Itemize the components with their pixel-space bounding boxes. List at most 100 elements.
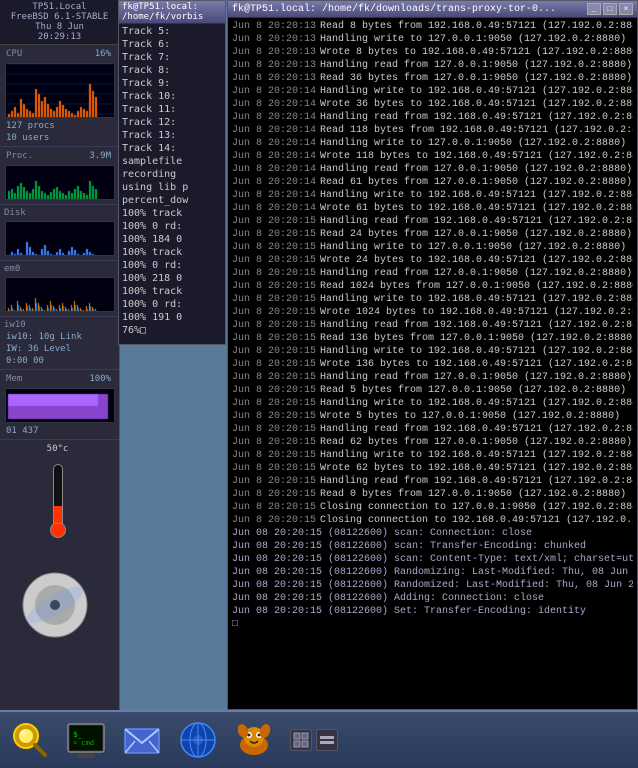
log-line: Jun 8 20:20:15Handling read from 192.168… — [232, 423, 633, 436]
log-line: Jun 8 20:20:14Read 61 bytes from 127.0.0… — [232, 176, 633, 189]
main-title: fk@TP51.local: /home/fk/downloads/trans-… — [232, 4, 556, 15]
system-monitor-panel: TP51.Local FreeBSD 6.1-STABLE Thu 8 Jun … — [0, 0, 120, 710]
svg-text:$_: $_ — [73, 730, 83, 739]
log-line: Jun 8 20:20:13Read 8 bytes from 192.168.… — [232, 20, 633, 33]
em0-label: em0 — [2, 263, 117, 275]
mem-graph — [5, 388, 115, 423]
track-line: samplefile — [122, 155, 222, 168]
icon-small-2[interactable] — [316, 729, 338, 751]
system-time: 20:29:13 — [3, 32, 116, 42]
status-line: Jun 08 20:20:15 (08122600) Adding: Conne… — [232, 592, 633, 605]
log-line: Jun 8 20:20:15Read 62 bytes from 127.0.0… — [232, 436, 633, 449]
terminal-icon[interactable]: $_ > cmd — [62, 716, 110, 764]
cpu-label: CPU — [4, 48, 24, 60]
log-line: Jun 8 20:20:13Read 36 bytes from 127.0.0… — [232, 72, 633, 85]
maximize-button[interactable]: □ — [603, 3, 617, 15]
temp-label: 50°c — [4, 444, 111, 454]
log-line: Jun 8 20:20:13Handling write to 127.0.0.… — [232, 33, 633, 46]
log-line: Jun 8 20:20:14Read 118 bytes from 192.16… — [232, 124, 633, 137]
track-line: using lib p — [122, 181, 222, 194]
log-line: Jun 8 20:20:15Wrote 1024 bytes to 192.16… — [232, 306, 633, 319]
status-line: Jun 08 20:20:15 (08122600) scan: Connect… — [232, 527, 633, 540]
log-line: Jun 8 20:20:15Wrote 24 bytes to 192.168.… — [232, 254, 633, 267]
log-line: Jun 8 20:20:15Handling write to 192.168.… — [232, 293, 633, 306]
main-terminal-titlebar: fk@TP51.local: /home/fk/downloads/trans-… — [228, 1, 637, 18]
track-line: 100% 0 rd: — [122, 298, 222, 311]
status-line: Jun 08 20:20:15 (08122600) Randomizing: … — [232, 566, 633, 579]
desktop: TP51.Local FreeBSD 6.1-STABLE Thu 8 Jun … — [0, 0, 638, 768]
log-line: Jun 8 20:20:15Wrote 136 bytes to 192.168… — [232, 358, 633, 371]
email-icon[interactable] — [118, 716, 166, 764]
track-line: Track 11: — [122, 103, 222, 116]
track-line: 100% track — [122, 207, 222, 220]
track-line: 100% 218 0 — [122, 272, 222, 285]
log-line: Jun 8 20:20:15Closing connection to 192.… — [232, 514, 633, 527]
track-line: 100% 184 0 — [122, 233, 222, 246]
log-line: Jun 8 20:20:14Wrote 118 bytes to 192.168… — [232, 150, 633, 163]
track-line: Track 6: — [122, 38, 222, 51]
minimize-button[interactable]: _ — [587, 3, 601, 15]
titlebar-controls: _ □ × — [587, 3, 633, 15]
log-line: Jun 8 20:20:15Handling read from 127.0.0… — [232, 371, 633, 384]
proc-section: Proc. 3.9M — [0, 147, 119, 205]
iw0-level: IW: 36 Level — [2, 343, 117, 355]
mascot-icon[interactable] — [230, 716, 278, 764]
log-line: Jun 8 20:20:15Read 1024 bytes from 127.0… — [232, 280, 633, 293]
log-line: Jun 8 20:20:15Handling write to 192.168.… — [232, 397, 633, 410]
log-line: Jun 8 20:20:14Wrote 36 bytes to 192.168.… — [232, 98, 633, 111]
log-line: Jun 8 20:20:15Handling read from 192.168… — [232, 215, 633, 228]
em0-graph — [5, 277, 115, 312]
track-line: Track 9: — [122, 77, 222, 90]
track-line: Track 5: — [122, 25, 222, 38]
main-terminal: fk@TP51.local: /home/fk/downloads/trans-… — [227, 0, 638, 710]
log-content: Jun 8 20:20:13Read 8 bytes from 192.168.… — [228, 18, 637, 709]
disk-section: Disk — [0, 205, 119, 261]
taskbar: $_ > cmd — [0, 710, 638, 768]
svg-text:> cmd: > cmd — [73, 739, 94, 747]
track-line: percent_dow — [122, 194, 222, 207]
log-line: Jun 8 20:20:15Handling read from 192.168… — [232, 319, 633, 332]
log-line: Jun 8 20:20:13Handling read from 127.0.0… — [232, 59, 633, 72]
log-line: Jun 8 20:20:13Wrote 8 bytes to 192.168.0… — [232, 46, 633, 59]
log-line: Jun 8 20:20:14Handling read from 192.168… — [232, 111, 633, 124]
disk-graph — [5, 221, 115, 256]
icon-small-1[interactable] — [290, 729, 312, 751]
log-line: Jun 8 20:20:15Closing connection to 127.… — [232, 501, 633, 514]
mem-label: Mem — [4, 373, 24, 385]
log-line: Jun 8 20:20:15Handling write to 127.0.0.… — [232, 241, 633, 254]
track-line: Track 12: — [122, 116, 222, 129]
track-content: Track 5:Track 6:Track 7:Track 8:Track 9:… — [119, 24, 225, 338]
search-icon[interactable] — [6, 716, 54, 764]
track-line: Track 8: — [122, 64, 222, 77]
track-line: 100% 0 rd: — [122, 220, 222, 233]
status-line: Jun 08 20:20:15 (08122600) scan: Transfe… — [232, 540, 633, 553]
em0-section: em0 — [0, 261, 119, 317]
proc-val: 3.9M — [85, 150, 115, 162]
media-icon[interactable] — [15, 565, 95, 645]
mem-percent: 100% — [85, 373, 115, 385]
status-line: Jun 08 20:20:15 (08122600) Set: Transfer… — [232, 605, 633, 618]
iw0-label: iw10 — [2, 319, 117, 331]
proc-graph — [5, 165, 115, 200]
log-line: Jun 8 20:20:14Handling write to 192.168.… — [232, 85, 633, 98]
log-line: Jun 8 20:20:15Wrote 5 bytes to 127.0.0.1… — [232, 410, 633, 423]
track-line: Track 10: — [122, 90, 222, 103]
disk-label: Disk — [2, 207, 117, 219]
iw0-section: iw10 iw10: 10g Link IW: 36 Level 0:00 00 — [0, 317, 119, 370]
log-line: Jun 8 20:20:15Handling write to 192.168.… — [232, 449, 633, 462]
cpu-users: 10 users — [2, 132, 117, 144]
small-icons-row — [290, 729, 338, 751]
cpu-section: CPU 16% 127 procs 10 users — [0, 45, 119, 147]
system-date: Thu 8 Jun — [3, 22, 116, 32]
temp-widget: 50°c — [0, 440, 115, 542]
track-line: 100% track — [122, 246, 222, 259]
cpu-procs: 127 procs — [2, 120, 117, 132]
status-line: Jun 08 20:20:15 (08122600) Randomized: L… — [232, 579, 633, 592]
track-line: recording — [122, 168, 222, 181]
close-button[interactable]: × — [619, 3, 633, 15]
browser-icon[interactable] — [174, 716, 222, 764]
track-titlebar: fk@TP51.local: /home/fk/vorbis — [119, 1, 225, 24]
log-line: Jun 8 20:20:15Handling write to 192.168.… — [232, 345, 633, 358]
system-name: TP51.Local — [3, 2, 116, 12]
track-line: 100% 0 rd: — [122, 259, 222, 272]
